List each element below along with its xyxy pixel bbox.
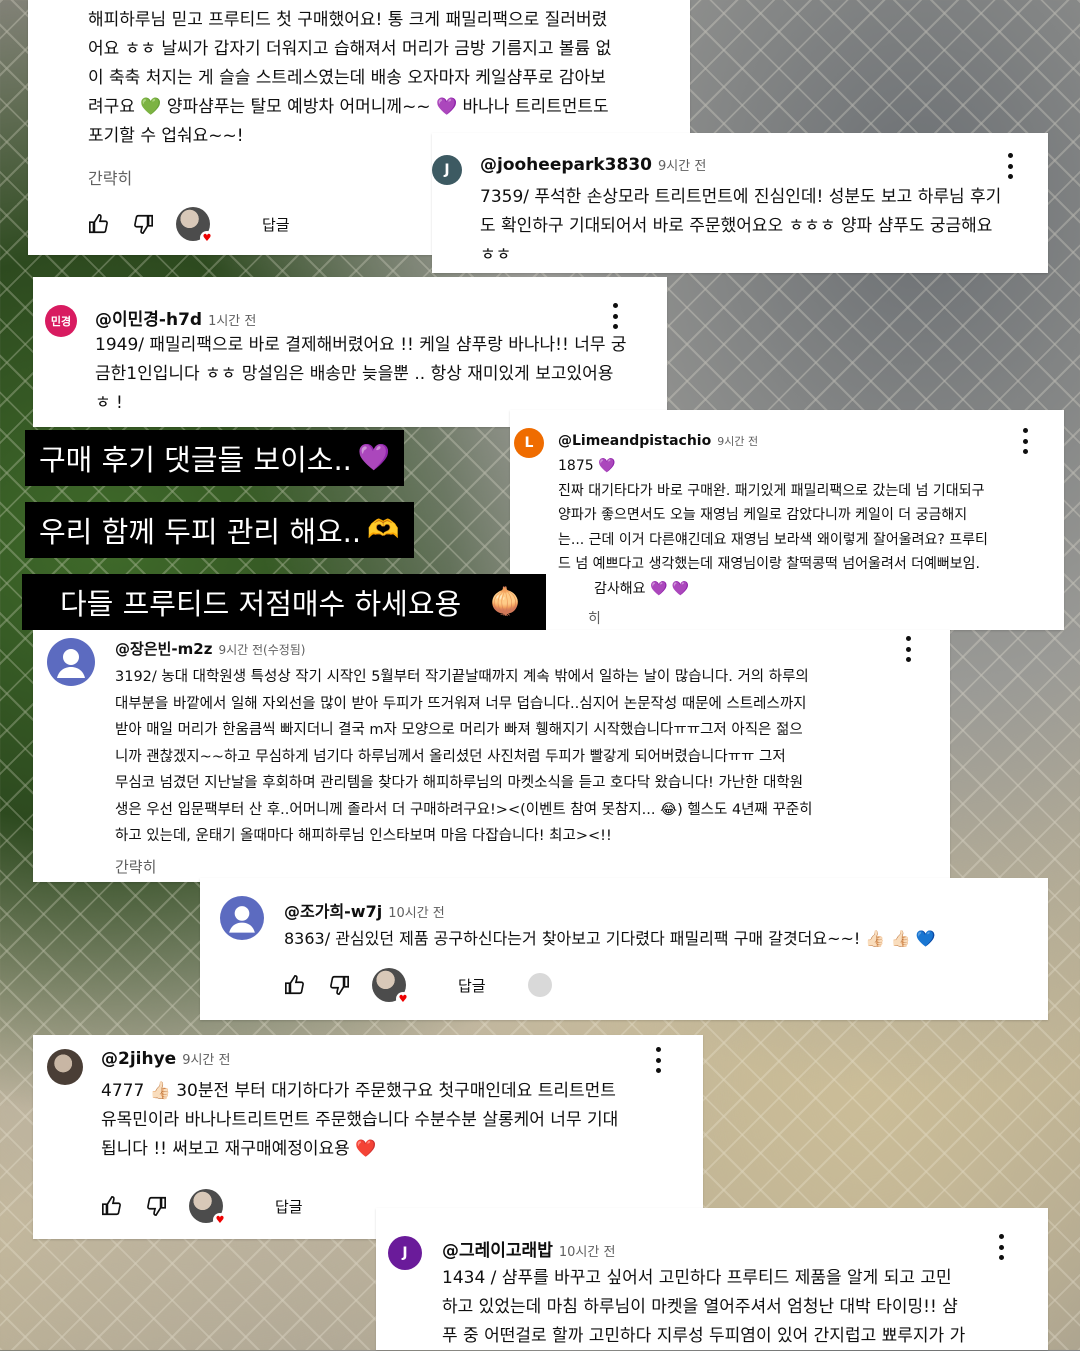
comment-text: 4777 👍🏻 30분전 부터 대기하다가 주문했구요 첫구매인데요 트리트먼트… <box>101 1081 619 1159</box>
creator-heart-avatar: ♥ <box>372 968 410 1006</box>
onion-icon: 🧅 <box>489 587 522 617</box>
avatar[interactable] <box>220 896 264 940</box>
thumbs-up-icon[interactable] <box>88 213 110 235</box>
thumbs-up-icon[interactable] <box>284 974 306 996</box>
collapse-link[interactable]: 간략히 <box>115 856 156 877</box>
thumbs-up-icon[interactable] <box>101 1195 123 1217</box>
reply-button[interactable]: 답글 <box>262 214 290 235</box>
comment-card-jogahee: @조가희-w7j 10시간 전 8363/ 관심있던 제품 공구하신다는거 찾아보… <box>200 878 1048 1020</box>
collapse-link[interactable]: 간략히 <box>88 165 132 189</box>
thumbs-down-icon[interactable] <box>132 213 154 235</box>
replies-count-badge[interactable] <box>527 973 552 997</box>
default-user-icon <box>57 649 85 678</box>
comment-text: 1949/ 패밀리팩으로 바로 결제해버렸어요 !! 케일 샴푸랑 바나나!! … <box>95 335 627 413</box>
comment-text: 8363/ 관심있던 제품 공구하신다는거 찾아보고 기다렸다 패밀리팩 구매 … <box>284 929 936 948</box>
collapse-link[interactable]: 히 <box>588 608 601 628</box>
more-options-icon[interactable] <box>998 1234 1004 1260</box>
heart-icon: ♥ <box>213 1213 227 1227</box>
heart-icon: ♥ <box>200 231 214 245</box>
comment-author[interactable]: @Limeandpistachio <box>558 433 711 449</box>
avatar[interactable]: 민경 <box>45 305 77 337</box>
purple-heart-icon: 💜 <box>357 443 391 473</box>
reply-button[interactable]: 답글 <box>458 975 486 996</box>
caption-banner-3: 다들 프루티드 저점매수 하세요용 🧅 <box>22 574 546 630</box>
caption-banner-2: 우리 함께 두피 관리 해요.. 🫶 <box>25 502 414 558</box>
creator-heart-avatar: ♥ <box>176 207 214 245</box>
comment-author[interactable]: @jooheepark3830 <box>480 155 652 175</box>
more-options-icon[interactable] <box>1022 428 1028 454</box>
comment-actions: ♥ 답글 <box>88 207 290 245</box>
thumbs-down-icon[interactable] <box>328 974 350 996</box>
comment-time: 10시간 전 <box>388 906 445 921</box>
more-options-icon[interactable] <box>655 1047 661 1073</box>
comment-time: 9시간 전(수정됨) <box>218 643 306 657</box>
comment-card-leeminkyung: 민경 @이민경-h7d 1시간 전 1949/ 패밀리팩으로 바로 결제해버렸어요… <box>33 277 667 427</box>
comment-actions: ♥ 답글 <box>284 968 552 1006</box>
caption-banner-1: 구매 후기 댓글들 보이소.. 💜 <box>25 430 405 486</box>
caption-text: 우리 함께 두피 관리 해요.. <box>39 515 362 549</box>
comment-time: 1시간 전 <box>208 314 257 329</box>
comment-author[interactable]: @2jihye <box>101 1049 176 1069</box>
comment-author[interactable]: @장은빈-m2z <box>115 640 212 658</box>
heart-hands-icon: 🫶 <box>367 515 400 545</box>
comment-author[interactable]: @그레이고래밥 <box>442 1241 553 1261</box>
comment-card-limeandpistachio: L @Limeandpistachio 9시간 전 1875 💜 진짜 대기타다가… <box>510 410 1064 630</box>
comment-card-greyrabbit: J @그레이고래밥 10시간 전 1434 / 샴푸를 바꾸고 싶어서 고민하다 … <box>376 1208 1048 1350</box>
comment-actions: ♥ 답글 <box>101 1189 303 1227</box>
creator-heart-avatar: ♥ <box>189 1189 227 1227</box>
comment-time: 9시간 전 <box>182 1053 231 1068</box>
avatar[interactable]: L <box>514 428 544 458</box>
comment-text: 7359/ 푸석한 손상모라 트리트먼트에 진심인데! 성분도 보고 하루님 후… <box>480 187 1002 265</box>
avatar[interactable] <box>47 1049 83 1085</box>
more-options-icon[interactable] <box>905 636 911 662</box>
comment-author[interactable]: @이민경-h7d <box>95 310 202 330</box>
comment-text: 1875 💜 진짜 대기타다가 바로 구매완. 패기있게 패밀리팩으로 갔는데 … <box>558 458 988 597</box>
comment-time: 9시간 전 <box>658 159 707 174</box>
caption-text: 다들 프루티드 저점매수 하세요용 <box>60 587 462 621</box>
comment-card-jangeunbin: @장은빈-m2z 9시간 전(수정됨) 3192/ 농대 대학원생 특성상 작기 … <box>33 630 950 882</box>
avatar[interactable]: J <box>432 155 462 185</box>
comment-time: 10시간 전 <box>558 1245 616 1260</box>
avatar[interactable] <box>47 638 95 686</box>
comment-text: 해피하루님 믿고 프루티드 첫 구매했어요! 통 크게 패밀리팩으로 질러버렸 … <box>88 10 612 146</box>
avatar[interactable]: J <box>388 1236 422 1270</box>
comment-time: 9시간 전 <box>717 435 759 448</box>
more-options-icon[interactable] <box>612 303 618 329</box>
comment-text: 3192/ 농대 대학원생 특성상 작기 시작인 5월부터 작기끝날때까지 계속… <box>115 669 813 844</box>
caption-text: 구매 후기 댓글들 보이소.. <box>39 443 352 477</box>
default-user-icon <box>229 906 255 933</box>
comment-text: 1434 / 샴푸를 바꾸고 싶어서 고민하다 프루티드 제품을 알게 되고 고… <box>442 1268 966 1346</box>
thumbs-down-icon[interactable] <box>145 1195 167 1217</box>
reply-button[interactable]: 답글 <box>275 1196 303 1217</box>
comment-card-jooheepark: J @jooheepark3830 9시간 전 7359/ 푸석한 손상모라 트리… <box>432 133 1048 273</box>
more-options-icon[interactable] <box>1007 153 1013 179</box>
comment-author[interactable]: @조가희-w7j <box>284 902 382 921</box>
heart-icon: ♥ <box>396 992 410 1006</box>
